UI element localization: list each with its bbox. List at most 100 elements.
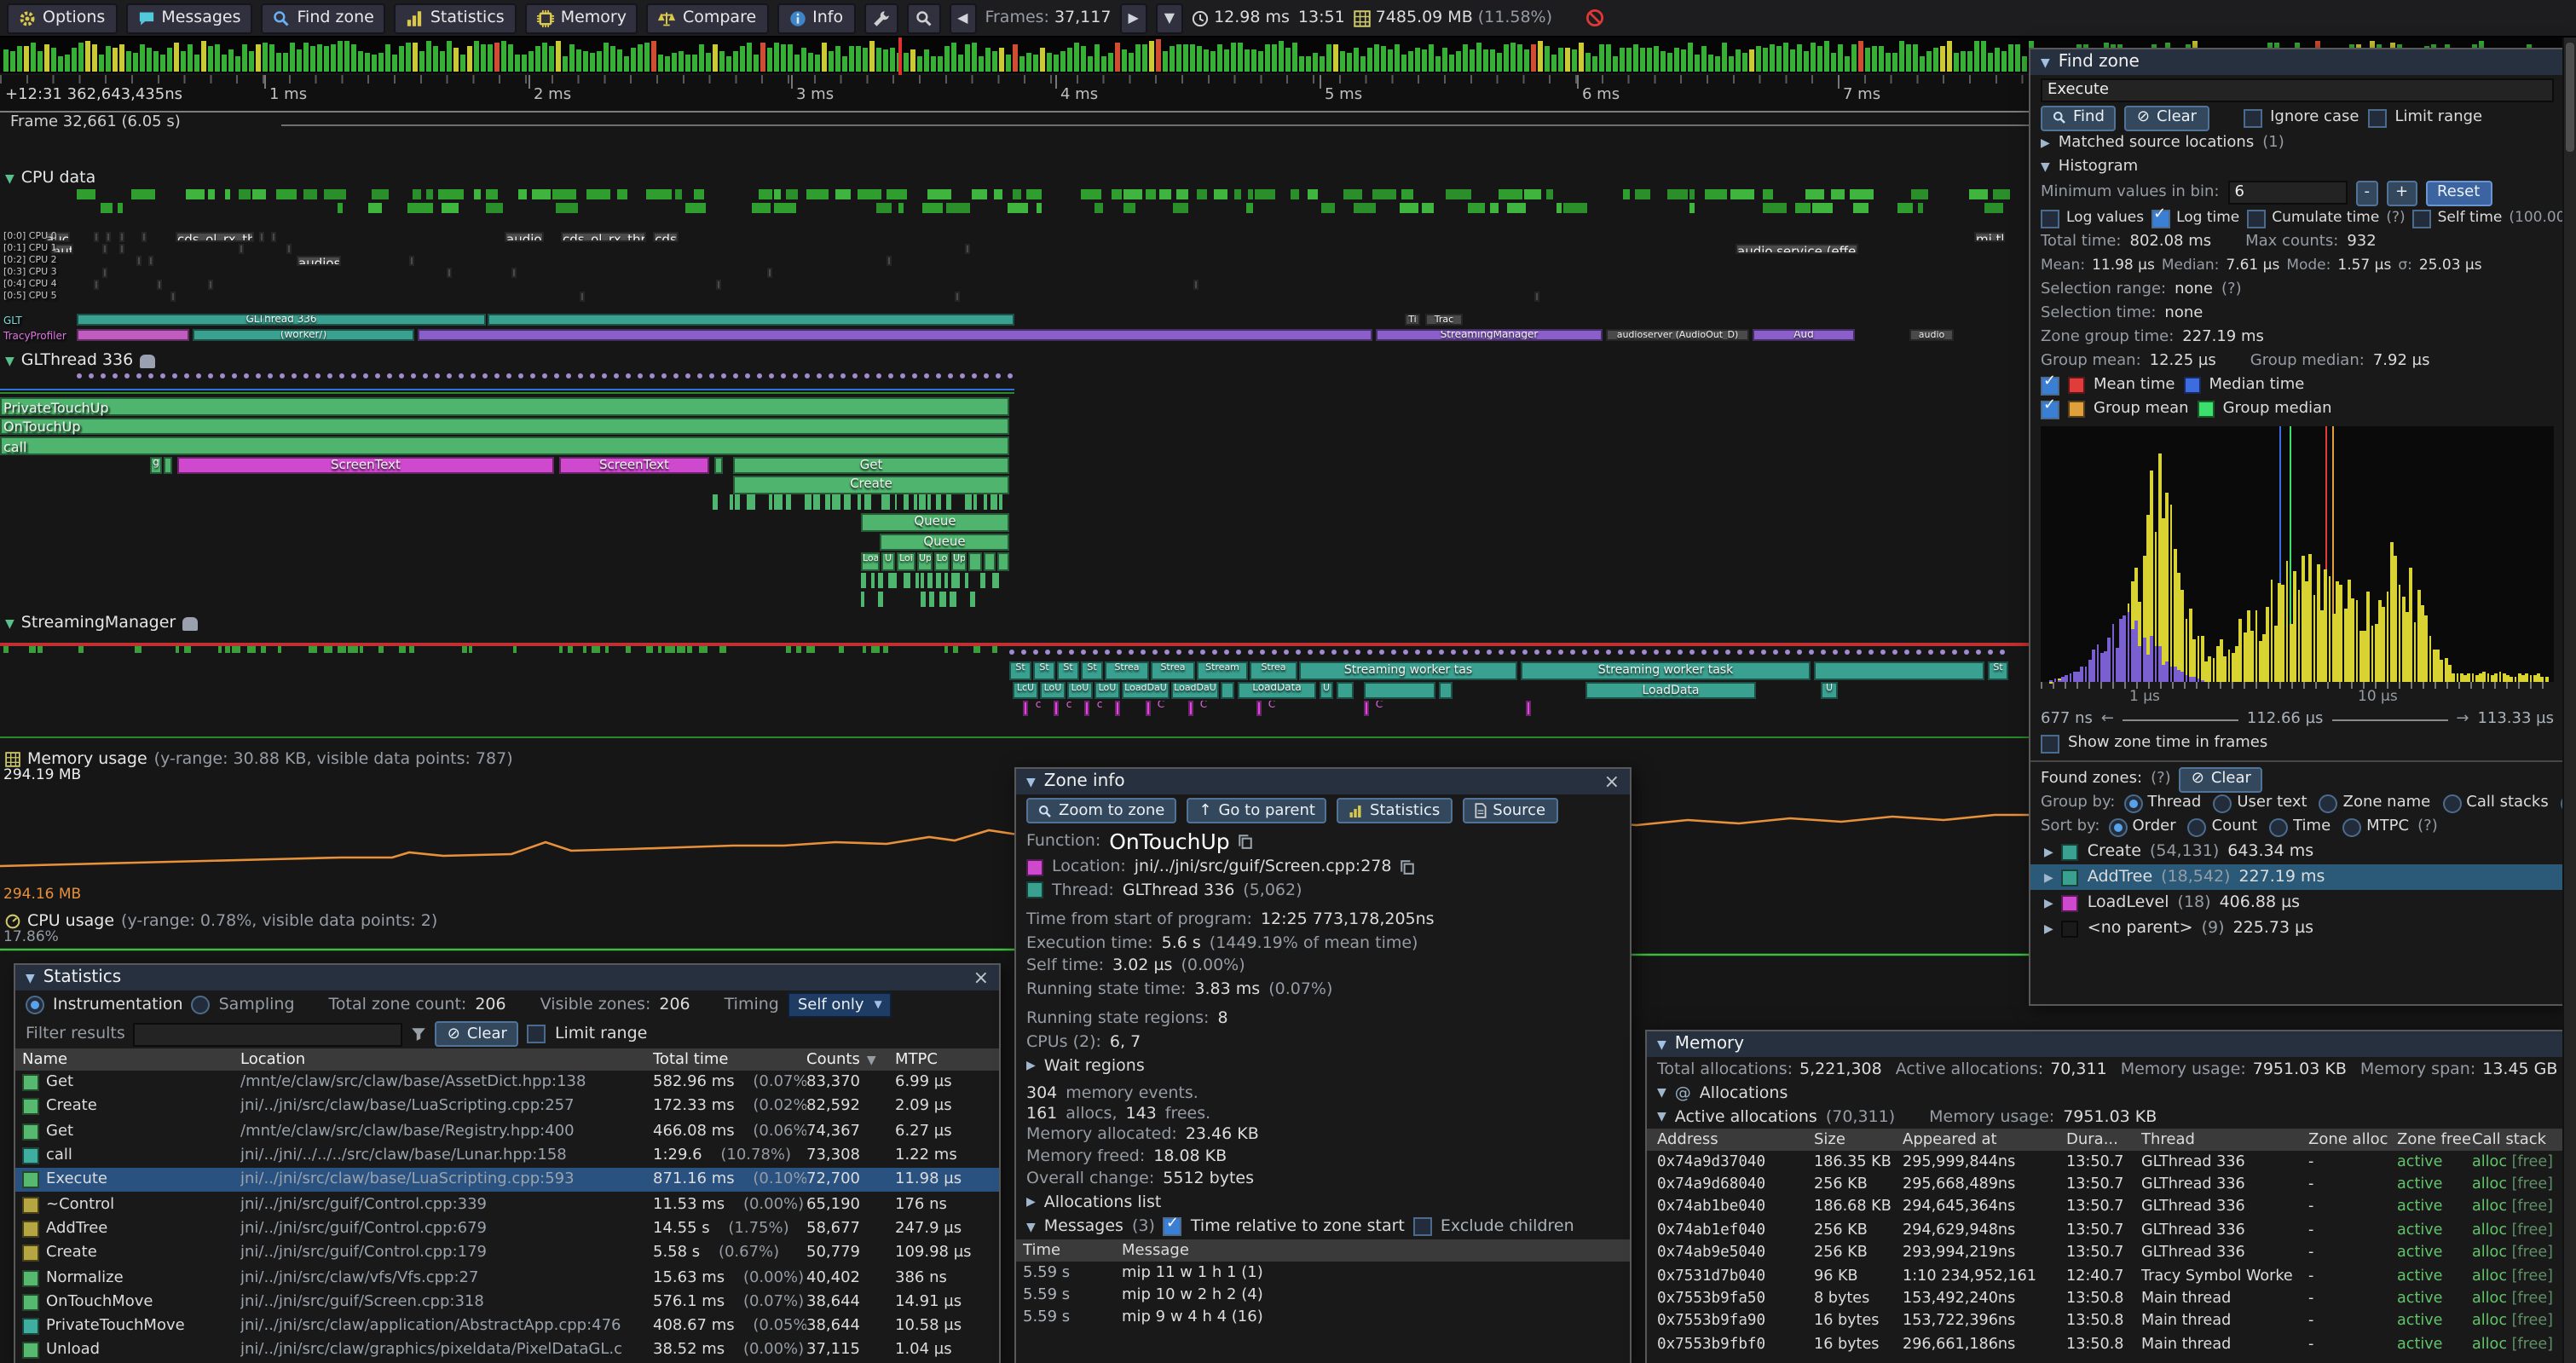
frame-bar[interactable] (51, 48, 55, 72)
frame-bar[interactable] (1292, 43, 1297, 72)
frame-bar[interactable] (1715, 56, 1719, 72)
timeline-zone[interactable] (0, 417, 1009, 435)
find-button[interactable]: Find (2041, 105, 2117, 130)
stats-table-row[interactable]: AddTreejni/../jni/src/guif/Control.cpp:6… (15, 1217, 999, 1242)
frame-bar[interactable] (1497, 53, 1501, 72)
frame-bar[interactable] (1722, 43, 1726, 72)
timeline-zone[interactable]: Queue (880, 533, 1009, 551)
frame-bar[interactable] (1940, 45, 1944, 72)
frame-bar[interactable] (1149, 41, 1153, 72)
frame-bar[interactable] (1006, 55, 1010, 72)
frame-bar[interactable] (1367, 48, 1372, 72)
histogram-bar[interactable] (2433, 650, 2436, 682)
frame-bar[interactable] (324, 46, 328, 72)
frame-bar[interactable] (338, 42, 342, 72)
timeline-zone[interactable]: c (1093, 701, 1106, 716)
histogram-bar[interactable] (2192, 639, 2196, 682)
frame-bar[interactable] (1831, 53, 1835, 72)
frame-bar[interactable] (1354, 47, 1358, 72)
frame-bar[interactable] (931, 56, 935, 72)
matched-locations-expander[interactable]: ▶ Matched source locations (1) (2030, 131, 2564, 155)
frame-bar[interactable] (515, 55, 519, 72)
frame-bar[interactable] (303, 43, 308, 72)
timeline-zone[interactable] (1526, 701, 1530, 716)
histogram-bar[interactable] (2514, 677, 2517, 682)
timeline-zone[interactable]: StreamingManager (1376, 329, 1603, 341)
found-zone-row[interactable]: ▶LoadLevel(18)406.88 µs (2030, 890, 2564, 915)
frame-bar[interactable] (140, 44, 144, 72)
histogram-bar[interactable] (2297, 591, 2301, 682)
timeline-zone[interactable] (1814, 661, 1984, 679)
frame-bar[interactable] (1599, 43, 1603, 72)
frame-bar[interactable] (1626, 48, 1631, 72)
histogram-bar[interactable] (2201, 636, 2204, 682)
frame-bar[interactable] (1797, 44, 1801, 72)
groupby-option[interactable]: Thread (2123, 794, 2201, 812)
frame-bar[interactable] (365, 54, 369, 72)
histogram-bar[interactable] (2460, 673, 2463, 682)
frame-bar[interactable] (1422, 50, 1426, 72)
active-allocations-expander[interactable]: ▼ Active allocations (70,311) Memory usa… (1647, 1105, 2564, 1129)
frame-bar[interactable] (38, 51, 42, 72)
frame-bar[interactable] (433, 47, 437, 72)
timing-select[interactable]: Self only ▼ (788, 992, 892, 1018)
histogram-bar[interactable] (2212, 657, 2215, 682)
frame-bar[interactable] (447, 41, 451, 72)
timeline-zone[interactable] (1534, 292, 1539, 302)
frame-bar[interactable] (835, 47, 840, 72)
histogram-bar[interactable] (2421, 606, 2424, 682)
frame-bar[interactable] (24, 47, 28, 72)
frame-bar[interactable] (1047, 54, 1051, 72)
frame-bar[interactable] (1279, 42, 1283, 72)
timeline-zone[interactable] (1023, 701, 1027, 716)
frame-bar[interactable] (1360, 55, 1365, 72)
sortby-option[interactable]: Time (2269, 817, 2331, 836)
histogram-bar[interactable] (2274, 626, 2278, 682)
frame-bar[interactable] (1872, 47, 1876, 72)
next-frame-button[interactable]: ▶ (1119, 3, 1146, 33)
stats-table-row[interactable]: PrivateTouchMovejni/../jni/src/claw/appl… (15, 1314, 999, 1339)
histogram-bar[interactable] (2425, 615, 2429, 682)
histogram-bar[interactable] (2429, 636, 2432, 682)
histogram-bar[interactable] (2309, 554, 2313, 682)
frame-bar[interactable] (256, 44, 260, 72)
frame-bar[interactable] (829, 51, 833, 72)
timeline-zone[interactable] (1256, 701, 1261, 716)
histogram-bar[interactable] (2270, 580, 2273, 682)
frame-bar[interactable] (794, 55, 799, 72)
timeline-zone[interactable]: U (881, 552, 895, 570)
allocation-row[interactable]: 0x7553b9fa508 bytes153,492,240ns13:50.8M… (1647, 1288, 2564, 1311)
histogram-bar[interactable] (2181, 589, 2185, 682)
histogram-bar[interactable] (2197, 637, 2200, 683)
frame-bar[interactable] (1388, 49, 1392, 72)
frame-bar[interactable] (1851, 44, 1856, 72)
frame-bar[interactable] (665, 56, 669, 72)
frame-bar[interactable] (1340, 51, 1344, 72)
frame-bar[interactable] (2022, 55, 2026, 72)
prev-frame-button[interactable]: ◀ (949, 3, 976, 33)
frame-bar[interactable] (1858, 41, 1863, 72)
histogram-bar[interactable] (2444, 659, 2447, 682)
frame-bar[interactable] (426, 41, 430, 72)
frame-bar[interactable] (488, 44, 492, 72)
frame-bar[interactable] (1790, 49, 1794, 72)
time-relative-checkbox[interactable] (1164, 1217, 1182, 1236)
histogram-bar[interactable] (2239, 619, 2243, 682)
timeline-zone[interactable]: Strea (1250, 661, 1297, 679)
frame-bar[interactable] (1633, 44, 1637, 72)
histogram-bar[interactable] (2355, 601, 2359, 682)
frame-bar[interactable] (1729, 56, 1733, 72)
frame-bar[interactable] (781, 43, 785, 72)
timeline-zone[interactable] (965, 244, 970, 254)
timeline-zone[interactable]: Queue (861, 513, 1009, 531)
frame-bar[interactable] (44, 44, 49, 72)
histogram-bar[interactable] (2413, 623, 2417, 683)
frame-bar[interactable] (1538, 40, 1542, 72)
histogram-bar[interactable] (2440, 660, 2444, 682)
timeline-zone[interactable]: audio.service (effect) (1736, 244, 1858, 254)
timeline-zone[interactable]: (worker/) (193, 329, 414, 341)
messages-expander[interactable]: Messages (1044, 1217, 1123, 1236)
frame-bar[interactable] (563, 56, 567, 72)
timeline-zone[interactable] (286, 244, 292, 254)
frame-bar[interactable] (378, 54, 383, 72)
